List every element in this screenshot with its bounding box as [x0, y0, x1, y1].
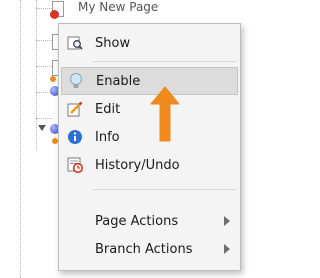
- menu-item-label: Info: [95, 129, 120, 145]
- menu-item-label: Enable: [96, 73, 141, 89]
- menu-separator: [93, 61, 237, 62]
- menu-item-label: Edit: [95, 101, 121, 117]
- menu-item-label: Page Actions: [95, 213, 179, 229]
- history-icon: [66, 156, 84, 174]
- info-icon: [66, 128, 84, 146]
- menu-item-enable[interactable]: Enable: [61, 67, 238, 95]
- context-menu: Show Enable Edit Info History/Undo Page …: [58, 23, 241, 271]
- tree-connector: [36, 40, 52, 42]
- menu-item-label: Branch Actions: [95, 241, 193, 257]
- status-dot-icon: [50, 76, 56, 82]
- menu-item-label: Show: [95, 35, 131, 51]
- menu-item-branch-actions[interactable]: Branch Actions: [61, 235, 238, 263]
- disabled-badge-icon: [50, 10, 59, 19]
- menu-item-page-actions[interactable]: Page Actions: [61, 207, 238, 235]
- expand-arrow-icon[interactable]: [38, 125, 46, 131]
- tree-connector: [36, 8, 52, 10]
- menu-separator: [93, 189, 237, 190]
- submenu-arrow-icon: [224, 216, 230, 226]
- menu-item-edit[interactable]: Edit: [61, 95, 238, 123]
- edit-icon: [66, 100, 84, 118]
- submenu-arrow-icon: [224, 244, 230, 254]
- tree-connector: [36, 118, 52, 120]
- menu-item-show[interactable]: Show: [61, 29, 238, 57]
- tree-guide-line: [20, 0, 22, 278]
- menu-item-history-undo[interactable]: History/Undo: [61, 151, 238, 179]
- menu-item-label: History/Undo: [95, 157, 180, 173]
- show-icon: [66, 34, 84, 52]
- tree-connector: [36, 66, 52, 68]
- lightbulb-icon: [67, 72, 85, 90]
- menu-item-info[interactable]: Info: [61, 123, 238, 151]
- tree-item-label[interactable]: My New Page: [78, 0, 238, 14]
